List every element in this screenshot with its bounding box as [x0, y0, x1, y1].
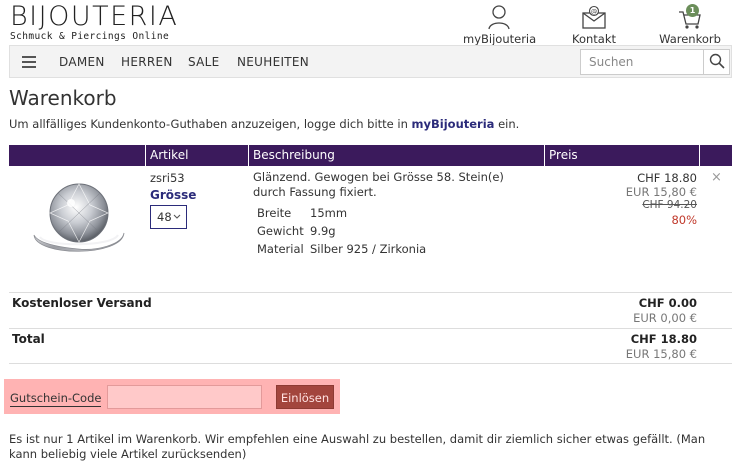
divider — [9, 328, 732, 329]
cart-label: Warenkorb — [659, 32, 721, 46]
nav-item-sale[interactable]: SALE — [188, 55, 220, 69]
product-image-ring[interactable] — [26, 175, 132, 267]
shipping-price-eur: EUR 0,00 € — [633, 311, 697, 325]
envelope-icon: @ — [566, 4, 622, 30]
attribute-row-breite: Breite 15mm — [257, 206, 347, 220]
item-price-eur: EUR 15,80 € — [625, 185, 697, 199]
attribute-label: Breite — [257, 206, 292, 220]
divider — [9, 363, 732, 364]
hamburger-icon[interactable] — [22, 56, 36, 71]
contact-link[interactable]: @ Kontakt — [566, 4, 622, 46]
attribute-row-material: Material Silber 925 / Zirkonia — [257, 242, 426, 256]
my-account-link[interactable]: myBijouteria — [463, 4, 537, 46]
coupon-label: Gutschein-Code — [10, 391, 102, 407]
size-select[interactable]: 48 — [150, 205, 187, 229]
logo[interactable]: BIJOUTERIA Schmuck & Piercings Online — [10, 1, 179, 42]
nav-item-herren[interactable]: HERREN — [121, 55, 173, 69]
attribute-value: 9.9g — [310, 224, 336, 238]
attribute-row-gewicht: Gewicht 9.9g — [257, 224, 336, 238]
main-nav: DAMEN HERREN SALE NEUHEITEN — [9, 45, 732, 78]
notice-text-before: Um allfälliges Kundenkonto-Guthaben anzu… — [9, 117, 412, 131]
cart-count-badge: 1 — [686, 4, 699, 17]
attribute-label: Material — [257, 242, 304, 256]
shipping-price-chf: CHF 0.00 — [638, 296, 697, 310]
item-discount: 80% — [671, 213, 697, 227]
site-header: BIJOUTERIA Schmuck & Piercings Online my… — [0, 0, 740, 46]
size-label: Grösse — [150, 188, 197, 202]
user-icon — [463, 4, 535, 30]
search-input[interactable] — [581, 50, 705, 74]
attribute-value: Silber 925 / Zirkonia — [310, 242, 427, 256]
total-price-chf: CHF 18.80 — [630, 332, 697, 346]
total-label: Total — [12, 332, 45, 346]
login-notice: Um allfälliges Kundenkonto-Guthaben anzu… — [9, 117, 519, 131]
cart-table-header: Artikel Beschreibung Preis — [9, 145, 732, 166]
coupon-code-input[interactable] — [107, 385, 262, 409]
col-header-beschreibung: Beschreibung — [253, 148, 335, 162]
cart-link[interactable]: 1 Warenkorb — [657, 4, 723, 46]
cart-recommendation-note: Es ist nur 1 Artikel im Warenkorb. Wir e… — [9, 432, 706, 461]
search-icon — [709, 53, 725, 72]
divider — [9, 292, 732, 293]
remove-item-button[interactable]: × — [711, 170, 722, 185]
logo-subtitle: Schmuck & Piercings Online — [10, 31, 170, 42]
notice-text-after: ein. — [494, 117, 520, 131]
col-header-artikel: Artikel — [150, 148, 189, 162]
chevron-down-icon — [173, 206, 181, 237]
nav-item-damen[interactable]: DAMEN — [59, 55, 105, 69]
item-old-price: CHF 94.20 — [642, 199, 697, 211]
product-description: Glänzend. Gewogen bei Grösse 58. Stein(e… — [253, 170, 504, 199]
redeem-coupon-button[interactable]: Einlösen — [276, 385, 334, 409]
logo-title: BIJOUTERIA — [10, 1, 179, 32]
shipping-label: Kostenloser Versand — [12, 296, 152, 310]
svg-text:@: @ — [591, 8, 598, 16]
total-price-eur: EUR 15,80 € — [625, 347, 697, 361]
nav-item-neuheiten[interactable]: NEUHEITEN — [237, 55, 309, 69]
size-select-value: 48 — [157, 210, 172, 224]
page-title: Warenkorb — [9, 86, 117, 110]
mybijouteria-link[interactable]: myBijouteria — [412, 117, 495, 131]
my-account-label: myBijouteria — [463, 32, 537, 46]
coupon-form: Gutschein-Code Einlösen — [4, 379, 340, 414]
product-sku[interactable]: zsri53 — [150, 171, 185, 185]
col-header-preis: Preis — [549, 148, 578, 162]
header-divider — [699, 145, 700, 166]
contact-label: Kontakt — [571, 32, 617, 46]
search-button[interactable] — [703, 50, 729, 74]
item-price-chf: CHF 18.80 — [637, 171, 697, 185]
attribute-label: Gewicht — [257, 224, 304, 238]
search-box — [580, 49, 730, 75]
attribute-value: 15mm — [310, 206, 348, 220]
cart-icon: 1 — [657, 4, 723, 30]
